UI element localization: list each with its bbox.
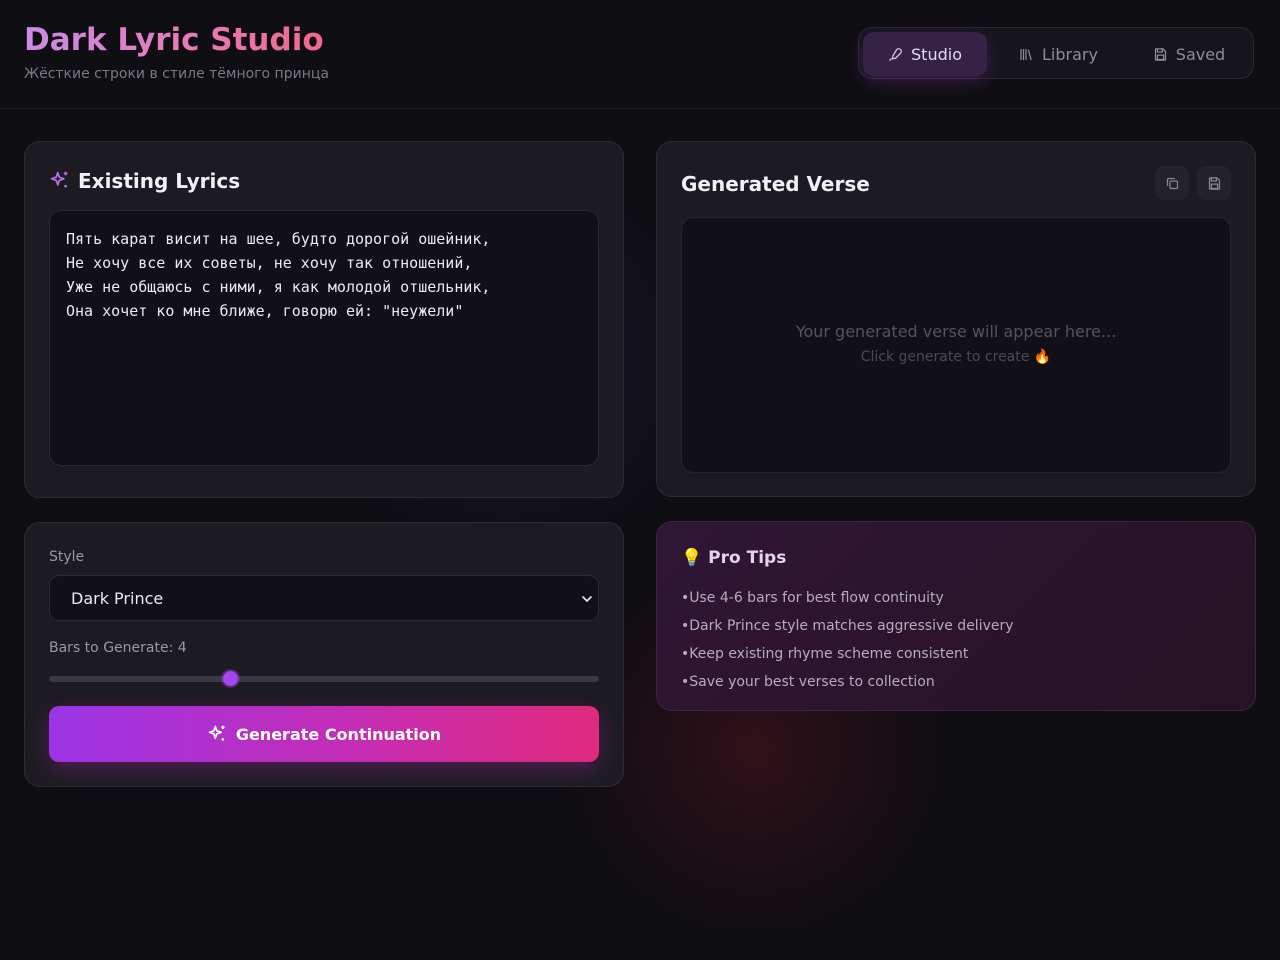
library-icon <box>1020 48 1032 60</box>
sparkles-icon <box>50 171 68 188</box>
style-select-value: Dark Prince <box>71 589 164 608</box>
save-icon <box>1208 176 1220 190</box>
verse-placeholder: Your generated verse will appear here... <box>795 322 1117 341</box>
save-verse-button[interactable] <box>1197 166 1231 200</box>
generated-verse-card: Generated Verse Your generated verse wil… <box>656 141 1256 497</box>
tip-item: Use 4-6 bars for best flow continuity <box>681 584 1014 612</box>
tip-item: Keep existing rhyme scheme consistent <box>681 640 1014 668</box>
header: Dark Lyric Studio Жёсткие строки в стиле… <box>0 0 1280 109</box>
pro-tips-title-text: Pro Tips <box>708 548 787 568</box>
verse-hint: Click generate to create 🔥 <box>860 349 1052 365</box>
nav-tab-studio[interactable]: Studio <box>863 32 987 76</box>
pro-tips-title: 💡 Pro Tips <box>681 548 786 568</box>
microphone-icon <box>889 47 902 61</box>
generate-button[interactable]: Generate Continuation <box>49 706 599 762</box>
style-label: Style <box>49 549 85 565</box>
generate-button-label: Generate Continuation <box>235 724 442 744</box>
sparkles-icon <box>208 725 225 741</box>
app-subtitle: Жёсткие строки в стиле тёмного принца <box>24 66 329 82</box>
bars-label: Bars to Generate: 4 <box>49 640 187 656</box>
existing-lyrics-title: Existing Lyrics <box>78 169 241 193</box>
nav-tab-label: Studio <box>911 44 962 64</box>
generated-verse-title: Generated Verse <box>681 172 870 196</box>
bars-slider-track[interactable] <box>49 676 599 682</box>
verse-output: Your generated verse will appear here...… <box>681 217 1231 473</box>
app-title: Dark Lyric Studio <box>24 22 324 58</box>
floppy-disk-icon <box>1154 47 1166 61</box>
tips-list: Use 4-6 bars for best flow continuity Da… <box>681 584 1014 696</box>
nav-tab-saved[interactable]: Saved <box>1127 32 1251 76</box>
nav-tab-library[interactable]: Library <box>995 32 1121 76</box>
tip-item: Save your best verses to collection <box>681 668 1014 696</box>
pro-tips-card: 💡Pro Tips Use 4-6 bars for best flow con… <box>656 521 1256 711</box>
main-nav: Studio Library Saved <box>858 27 1254 79</box>
lightbulb-icon: 💡 <box>681 548 703 568</box>
copy-icon <box>1166 177 1178 189</box>
copy-button[interactable] <box>1155 166 1189 200</box>
nav-tab-label: Library <box>1042 44 1098 64</box>
existing-lyrics-card: Existing Lyrics Пять карат висит на шее,… <box>24 141 624 498</box>
nav-tab-label: Saved <box>1175 44 1226 64</box>
tip-item: Dark Prince style matches aggressive del… <box>681 612 1013 640</box>
bars-slider-thumb[interactable] <box>223 671 238 686</box>
chevron-down-icon <box>582 596 592 602</box>
controls-card: Style Dark Prince Bars to Generate: 4 Ge… <box>24 522 624 787</box>
style-select[interactable]: Dark Prince <box>49 575 599 621</box>
lyrics-textarea[interactable]: Пять карат висит на шее, будто дорогой о… <box>49 210 599 466</box>
